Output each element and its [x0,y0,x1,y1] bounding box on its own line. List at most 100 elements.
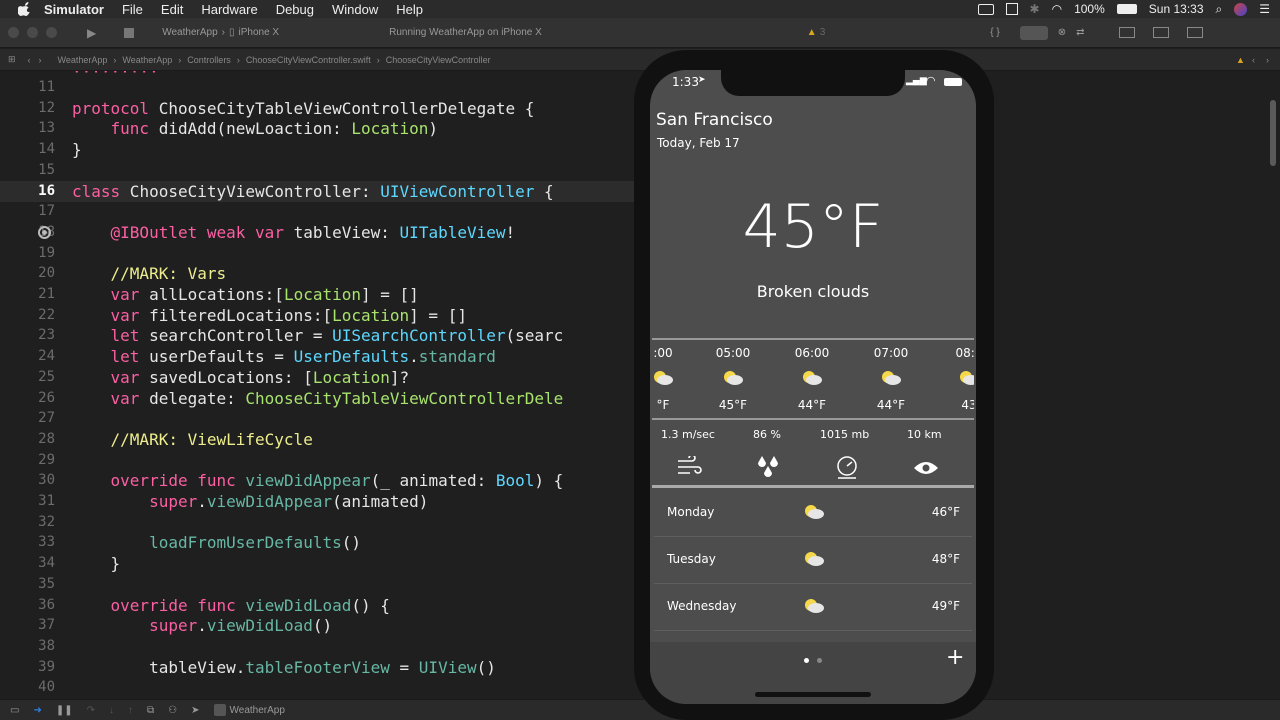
code-text[interactable]: class ChooseCityViewController: UIViewCo… [72,181,554,202]
breadcrumb-file[interactable]: ChooseCityViewController.swift [246,55,371,65]
code-text[interactable]: func didAdd(newLoaction: Location) [72,118,439,139]
code-line[interactable]: 38 [0,636,634,657]
code-line[interactable]: 36 override func viewDidLoad() { [0,595,634,616]
code-text[interactable]: //MARK: Vars [72,263,227,284]
code-text[interactable]: } [72,139,82,160]
code-text[interactable]: var savedLocations: [Location]? [72,367,410,388]
related-items-icon[interactable]: ⊞ [8,54,16,65]
menu-debug[interactable]: Debug [276,2,314,17]
code-line[interactable]: 40 [0,677,634,698]
code-line[interactable]: 32 [0,512,634,533]
back-icon[interactable]: ‹ [28,55,31,65]
code-text[interactable]: super.viewDidLoad() [72,615,332,636]
code-line[interactable]: 28 //MARK: ViewLifeCycle [0,429,634,450]
minimize-window-button[interactable] [27,27,38,38]
hourly-forecast[interactable]: :00 °F 05:00 45°F 06:00 44°F 07:00 44°F 08:0 43 [652,338,974,420]
editor-scrollbar[interactable] [1270,100,1276,166]
code-line[interactable]: 39 tableView.tableFooterView = UIView() [0,657,634,678]
screen-record-icon[interactable] [977,3,994,15]
code-line[interactable]: 11 [0,77,634,98]
code-line[interactable]: 12 protocol ChooseCityTableViewController… [0,98,634,119]
view-hierarchy-icon[interactable]: ⧉ [147,705,154,716]
iphone-screen[interactable]: 1:33 ➤ ▂▄▆ ◠ San Francisco Today, Feb 17… [650,70,976,704]
menu-help[interactable]: Help [396,2,423,17]
code-line[interactable]: 23 let searchController = UISearchContro… [0,325,634,346]
code-text[interactable]: super.viewDidAppear(animated) [72,491,428,512]
home-indicator[interactable] [755,692,871,697]
debug-toggle-button[interactable] [1152,27,1169,38]
issue-next-icon[interactable]: › [1266,55,1269,65]
breadcrumb-symbol[interactable]: ChooseCityViewController [386,55,491,65]
location-icon[interactable]: ➤ [191,705,199,716]
code-line[interactable]: 25 var savedLocations: [Location]? [0,367,634,388]
pause-icon[interactable]: ❚❚ [56,705,73,716]
code-line[interactable]: 37 super.viewDidLoad() [0,615,634,636]
wifi-icon[interactable]: ◠ [1052,2,1062,16]
code-line[interactable]: 21 var allLocations:[Location] = [] [0,284,634,305]
menu-file[interactable]: File [122,2,143,17]
code-line[interactable]: 18 @IBOutlet weak var tableView: UITable… [0,222,634,243]
menu-edit[interactable]: Edit [161,2,183,17]
code-line[interactable]: 17 [0,201,634,222]
menu-window[interactable]: Window [332,2,378,17]
breadcrumb-group[interactable]: WeatherApp [122,55,172,65]
code-line[interactable]: 22 var filteredLocations:[Location] = [] [0,305,634,326]
step-over-icon[interactable]: ↷ [87,705,95,716]
step-into-icon[interactable]: ↓ [109,705,114,716]
breadcrumb-project[interactable]: WeatherApp [58,55,108,65]
breakpoints-toggle-icon[interactable]: ➜ [33,705,41,716]
breadcrumb-folder[interactable]: Controllers [187,55,231,65]
memory-graph-icon[interactable]: ⚇ [168,705,177,716]
bluetooth-icon[interactable]: ✱ [1030,2,1040,16]
warning-nav-icon[interactable]: ▲ [1236,55,1245,65]
code-text[interactable]: let userDefaults = UserDefaults.standard [72,346,496,367]
apple-icon[interactable] [18,2,32,16]
menu-hardware[interactable]: Hardware [201,2,257,17]
editor-version-button[interactable]: ⇄ [1076,27,1084,38]
warning-icon[interactable]: ▲ [807,27,817,38]
code-line[interactable]: 19 [0,243,634,264]
code-text[interactable]: var allLocations:[Location] = [] [72,284,419,305]
library-button[interactable]: { } [990,27,999,38]
code-line[interactable]: 26 var delegate: ChooseCityTableViewCont… [0,388,634,409]
code-line[interactable]: 29 [0,450,634,471]
daily-row[interactable]: Wednesday 49°F [654,584,972,631]
code-text[interactable]: } [72,553,121,574]
menu-clock[interactable]: Sun 13:33 [1149,2,1204,16]
code-text[interactable]: var filteredLocations:[Location] = [] [72,305,467,326]
outlet-connection-icon[interactable] [38,225,51,239]
code-text[interactable]: protocol ChooseCityTableViewControllerDe… [72,98,534,119]
code-text[interactable]: tableView.tableFooterView = UIView() [72,657,496,678]
add-city-button[interactable]: + [946,645,964,670]
editor-standard-button[interactable] [1019,25,1048,40]
code-line[interactable]: 15 [0,160,634,181]
code-text[interactable]: override func viewDidLoad() { [72,595,390,616]
stop-icon[interactable] [124,27,135,38]
forward-icon[interactable]: › [39,55,42,65]
window-layout-icon[interactable] [1005,3,1018,15]
hide-debug-area-icon[interactable]: ▭ [10,705,19,716]
navigator-toggle-button[interactable] [1118,27,1135,38]
spotlight-search-icon[interactable]: ⌕ [1216,2,1223,17]
scheme-selector[interactable]: WeatherApp › ▯ iPhone X [162,27,279,38]
code-text[interactable]: override func viewDidAppear(_ animated: … [72,470,564,491]
code-text[interactable]: loadFromUserDefaults() [72,532,361,553]
code-text[interactable]: @IBOutlet weak var tableView: UITableVie… [72,222,516,243]
code-line[interactable]: 24 let userDefaults = UserDefaults.stand… [0,346,634,367]
inspector-toggle-button[interactable] [1186,27,1203,38]
code-line[interactable]: 20 //MARK: Vars [0,263,634,284]
daily-row[interactable]: Monday 46°F [654,490,972,537]
step-out-icon[interactable]: ↑ [128,705,133,716]
code-line[interactable]: 14} [0,139,634,160]
daily-row[interactable]: Tuesday 48°F [654,537,972,584]
run-icon[interactable]: ▶ [87,26,96,40]
code-line[interactable]: 33 loadFromUserDefaults() [0,532,634,553]
daily-forecast-list[interactable]: Monday 46°F Tuesday 48°F Wednesday 49°F [654,490,972,642]
page-dot[interactable] [817,658,822,663]
code-text[interactable]: var delegate: ChooseCityTableViewControl… [72,388,564,409]
code-line[interactable]: 31 super.viewDidAppear(animated) [0,491,634,512]
notification-center-icon[interactable]: ☰ [1259,2,1270,16]
code-line[interactable]: 35 [0,574,634,595]
close-window-button[interactable] [8,27,19,38]
battery-icon[interactable] [1116,4,1137,14]
